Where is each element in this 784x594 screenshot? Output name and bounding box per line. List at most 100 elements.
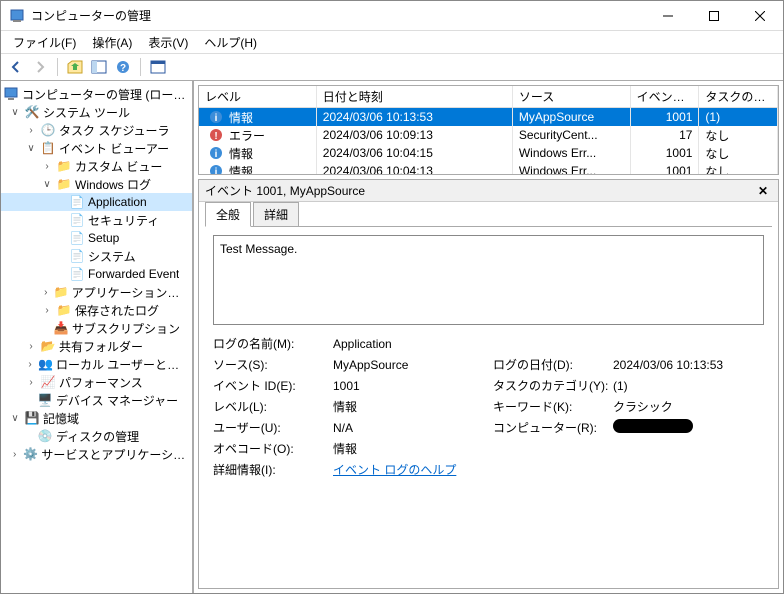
- collapse-icon[interactable]: ∨: [9, 413, 21, 424]
- menu-help[interactable]: ヘルプ(H): [196, 32, 265, 53]
- detail-close-button[interactable]: ✕: [754, 184, 772, 198]
- info-icon: i: [209, 146, 223, 160]
- menu-view[interactable]: 表示(V): [140, 32, 196, 53]
- col-category[interactable]: タスクのカテゴリ: [699, 86, 778, 107]
- collapse-icon[interactable]: ∨: [9, 107, 21, 118]
- tree-disk-mgmt[interactable]: 💿ディスクの管理: [1, 427, 192, 445]
- tree-forwarded[interactable]: 📄Forwarded Event: [1, 265, 192, 283]
- event-properties: ログの名前(M): Application ソース(S): MyAppSourc…: [213, 335, 764, 478]
- tree-setup[interactable]: 📄Setup: [1, 229, 192, 247]
- expand-icon[interactable]: ›: [41, 287, 51, 298]
- forward-button[interactable]: [29, 56, 51, 78]
- list-row[interactable]: i情報2024/03/06 10:04:13Windows Err...1001…: [199, 162, 778, 175]
- tree-storage[interactable]: ∨💾記憶域: [1, 409, 192, 427]
- tree-security[interactable]: 📄セキュリティ: [1, 211, 192, 229]
- tree-local-users[interactable]: ›👥ローカル ユーザーとグループ: [1, 355, 192, 373]
- maximize-button[interactable]: [691, 1, 737, 30]
- error-icon: !: [209, 128, 223, 142]
- detail-title-text: イベント 1001, MyAppSource: [205, 182, 754, 199]
- tree-application[interactable]: 📄Application: [1, 193, 192, 211]
- help-button[interactable]: ?: [112, 56, 134, 78]
- performance-icon: 📈: [40, 374, 56, 390]
- prop-task-cat-value: (1): [613, 379, 772, 393]
- tree-apps-services[interactable]: ›📁アプリケーションとサービ: [1, 283, 192, 301]
- expand-icon[interactable]: ›: [25, 125, 37, 136]
- app-window: コンピューターの管理 ファイル(F) 操作(A) 表示(V) ヘルプ(H) ? …: [0, 0, 784, 594]
- log-icon: 📄: [69, 212, 85, 228]
- app-icon: [9, 8, 25, 24]
- menu-action[interactable]: 操作(A): [84, 32, 140, 53]
- expand-icon[interactable]: ›: [25, 341, 37, 352]
- prop-more-info-label: 詳細情報(I):: [213, 461, 333, 478]
- folder-icon: 📁: [54, 284, 69, 300]
- tree-device-mgr[interactable]: 🖥️デバイス マネージャー: [1, 391, 192, 409]
- prop-computer-label: コンピューター(R):: [493, 419, 613, 436]
- col-id[interactable]: イベント ID: [631, 86, 700, 107]
- prop-log-name-label: ログの名前(M):: [213, 335, 333, 352]
- collapse-icon[interactable]: ∨: [25, 143, 37, 154]
- toolbar-separator: [57, 58, 58, 76]
- tree-shared-folders[interactable]: ›📂共有フォルダー: [1, 337, 192, 355]
- event-log-help-link[interactable]: イベント ログのヘルプ: [333, 463, 456, 477]
- event-message[interactable]: Test Message.: [213, 235, 764, 325]
- expand-icon[interactable]: ›: [9, 449, 20, 460]
- toolbar: ?: [1, 53, 783, 81]
- prop-source-label: ソース(S):: [213, 356, 333, 373]
- tree-event-viewer[interactable]: ∨📋イベント ビューアー: [1, 139, 192, 157]
- tree-root[interactable]: コンピューターの管理 (ローカル): [1, 85, 192, 103]
- collapse-icon[interactable]: ∨: [41, 179, 53, 190]
- back-button[interactable]: [5, 56, 27, 78]
- prop-opcode-label: オペコード(O):: [213, 440, 333, 457]
- expand-icon[interactable]: ›: [25, 359, 35, 370]
- event-list[interactable]: レベル 日付と時刻 ソース イベント ID タスクのカテゴリ i情報2024/0…: [198, 85, 779, 175]
- toolbar-separator: [140, 58, 141, 76]
- prop-log-date-value: 2024/03/06 10:13:53: [613, 358, 772, 372]
- event-viewer-icon: 📋: [40, 140, 56, 156]
- svg-text:!: !: [214, 131, 217, 142]
- tree-task-scheduler[interactable]: ›🕒タスク スケジューラ: [1, 121, 192, 139]
- tree-performance[interactable]: ›📈パフォーマンス: [1, 373, 192, 391]
- list-header: レベル 日付と時刻 ソース イベント ID タスクのカテゴリ: [199, 86, 778, 108]
- expand-icon[interactable]: ›: [25, 377, 37, 388]
- prop-log-date-label: ログの日付(D):: [493, 356, 613, 373]
- up-button[interactable]: [64, 56, 86, 78]
- event-detail-pane: イベント 1001, MyAppSource ✕ 全般 詳細 Test Mess…: [198, 179, 779, 589]
- list-row[interactable]: i情報2024/03/06 10:04:15Windows Err...1001…: [199, 144, 778, 162]
- tree-saved-logs[interactable]: ›📁保存されたログ: [1, 301, 192, 319]
- log-icon: 📄: [69, 230, 85, 246]
- tree-system-tools[interactable]: ∨🛠️システム ツール: [1, 103, 192, 121]
- cell-id: 1001: [631, 144, 700, 162]
- tree-services-apps[interactable]: ›⚙️サービスとアプリケーション: [1, 445, 192, 463]
- cell-category: (1): [699, 108, 778, 126]
- minimize-button[interactable]: [645, 1, 691, 30]
- menu-file[interactable]: ファイル(F): [5, 32, 84, 53]
- tab-details[interactable]: 詳細: [253, 202, 299, 226]
- tree-windows-logs[interactable]: ∨📁Windows ログ: [1, 175, 192, 193]
- col-level[interactable]: レベル: [199, 86, 317, 107]
- list-row[interactable]: !エラー2024/03/06 10:09:13SecurityCent...17…: [199, 126, 778, 144]
- prop-keywords-value: クラシック: [613, 398, 772, 415]
- expand-icon[interactable]: ›: [41, 161, 53, 172]
- tree-system[interactable]: 📄システム: [1, 247, 192, 265]
- tree-custom-views[interactable]: ›📁カスタム ビュー: [1, 157, 192, 175]
- device-mgr-icon: 🖥️: [37, 392, 53, 408]
- properties-button[interactable]: [147, 56, 169, 78]
- subscription-icon: 📥: [53, 320, 69, 336]
- prop-event-id-label: イベント ID(E):: [213, 377, 333, 394]
- nav-tree[interactable]: コンピューターの管理 (ローカル) ∨🛠️システム ツール ›🕒タスク スケジュ…: [1, 81, 193, 593]
- prop-source-value: MyAppSource: [333, 358, 493, 372]
- tab-general[interactable]: 全般: [205, 202, 251, 227]
- disk-icon: 💿: [37, 428, 53, 444]
- cell-date: 2024/03/06 10:04:15: [317, 144, 513, 162]
- close-button[interactable]: [737, 1, 783, 30]
- cell-date: 2024/03/06 10:09:13: [317, 126, 513, 144]
- show-hide-tree-button[interactable]: [88, 56, 110, 78]
- col-date[interactable]: 日付と時刻: [317, 86, 513, 107]
- expand-icon[interactable]: ›: [41, 305, 53, 316]
- svg-text:i: i: [215, 113, 218, 124]
- cell-category: なし: [699, 161, 778, 176]
- tree-subscriptions[interactable]: 📥サブスクリプション: [1, 319, 192, 337]
- col-source[interactable]: ソース: [513, 86, 631, 107]
- prop-level-label: レベル(L):: [213, 398, 333, 415]
- list-row[interactable]: i情報2024/03/06 10:13:53MyAppSource1001(1): [199, 108, 778, 126]
